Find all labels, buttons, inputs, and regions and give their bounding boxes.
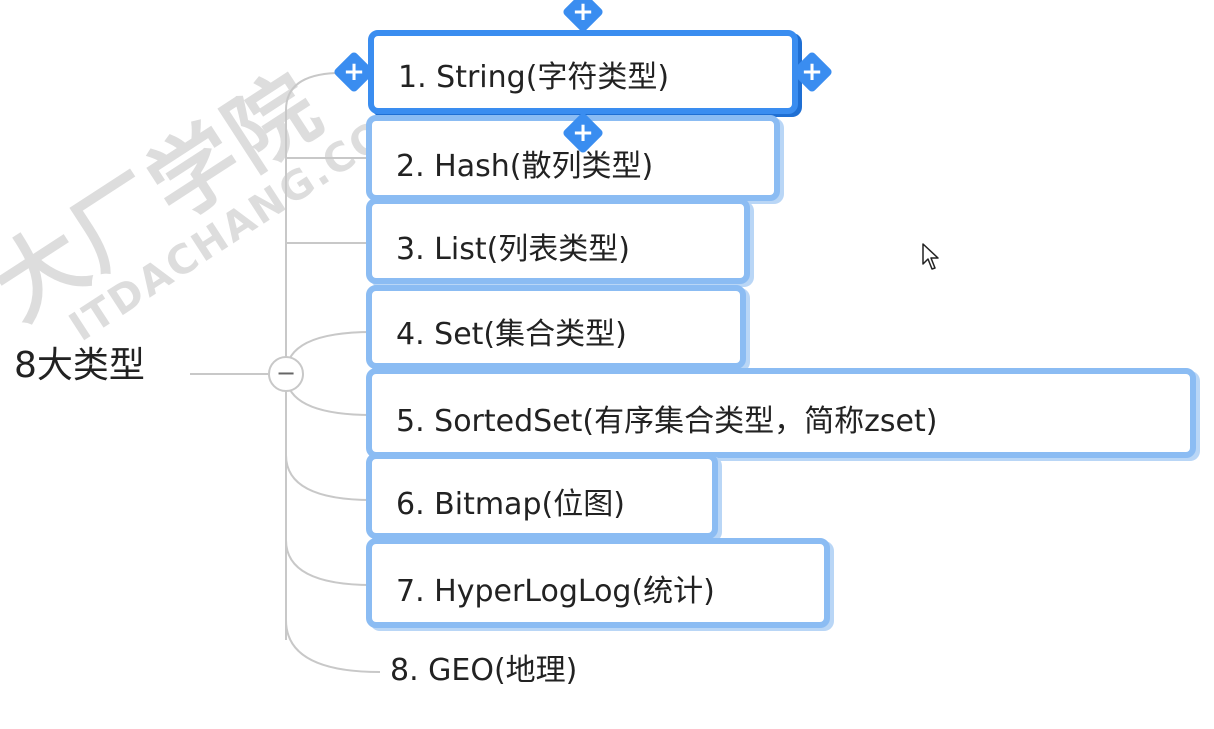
topic-label-6: 6. Bitmap(位图) (396, 487, 625, 522)
topic-label-3: 3. List(列表类型) (396, 232, 631, 267)
mindmap-canvas[interactable]: 大厂学院 ITDACHANG.COM 8大类型 − 1. String(字符类型… (0, 0, 1214, 729)
topic-node-5[interactable]: 5. SortedSet(有序集合类型，简称zset) (366, 368, 1196, 458)
topic-label-4: 4. Set(集合类型) (396, 317, 627, 352)
topic-node-7[interactable]: 7. HyperLogLog(统计) (366, 538, 830, 628)
add-before-icon: + (343, 57, 365, 87)
root-topic[interactable]: 8大类型 (14, 348, 145, 384)
topic-label-1: 1. String(字符类型) (398, 60, 670, 95)
add-parent-icon: + (572, 0, 594, 27)
connector-branch-7 (285, 539, 373, 586)
topic-label-8: 8. GEO(地理) (390, 653, 578, 688)
topic-node-6[interactable]: 6. Bitmap(位图) (366, 453, 718, 539)
topic-node-1[interactable]: 1. String(字符类型) (368, 30, 798, 114)
add-after-icon: + (801, 57, 823, 87)
topic-node-8[interactable]: 8. GEO(地理) (366, 645, 686, 701)
topic-node-3[interactable]: 3. List(列表类型) (366, 198, 750, 284)
topic-node-4[interactable]: 4. Set(集合类型) (366, 285, 746, 369)
connector-branch-1 (285, 72, 337, 111)
mouse-cursor-icon (922, 243, 939, 270)
topic-label-5: 5. SortedSet(有序集合类型，简称zset) (396, 404, 938, 439)
connector-branch-6 (285, 454, 373, 501)
collapse-button[interactable]: − (268, 356, 304, 392)
add-child-icon: + (572, 118, 594, 148)
topic-label-7: 7. HyperLogLog(统计) (396, 574, 715, 609)
